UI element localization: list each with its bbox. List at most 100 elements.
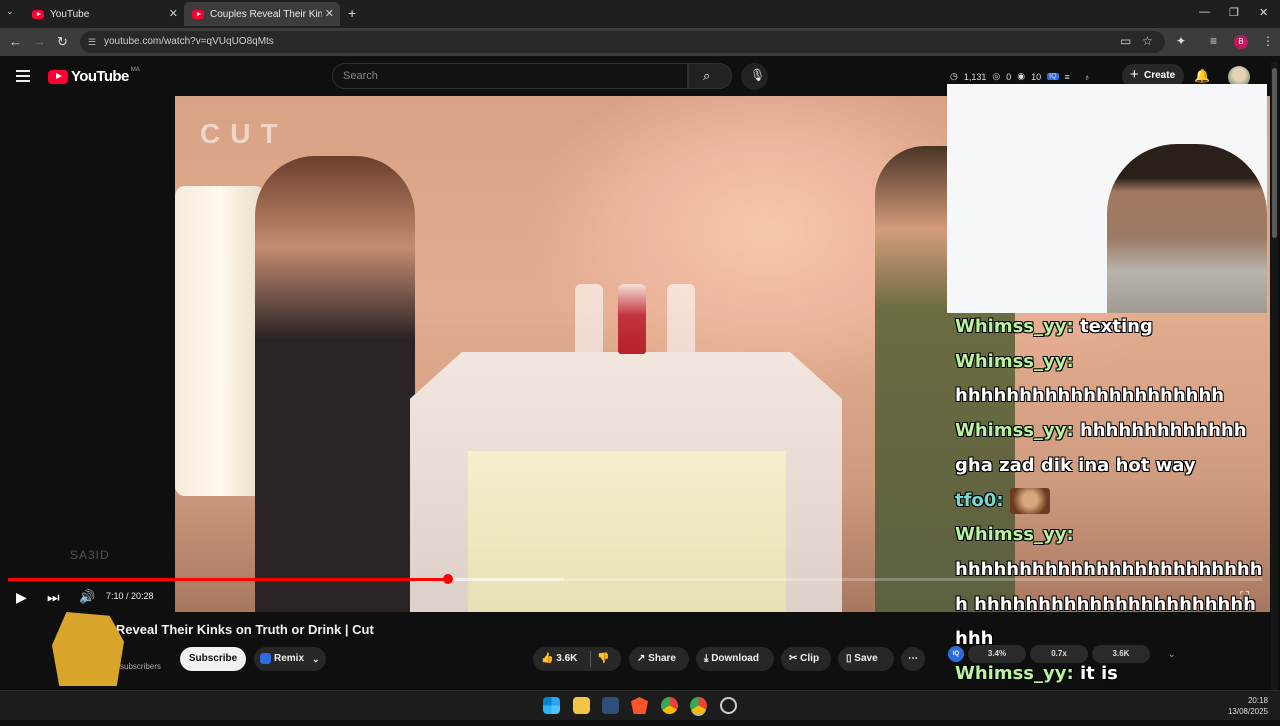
notifications-bell-icon[interactable]: 🔔 <box>1194 68 1210 84</box>
chevron-down-icon[interactable]: ⌄ <box>1168 649 1176 660</box>
volume-icon[interactable]: 🔊 <box>79 589 95 605</box>
channel-avatar[interactable] <box>52 612 124 686</box>
back-icon[interactable]: ← <box>9 34 22 49</box>
play-icon[interactable]: ▶ <box>16 589 27 606</box>
restore-icon[interactable]: ❐ <box>1229 6 1239 19</box>
hamburger-menu-icon[interactable] <box>16 70 30 82</box>
iq-icon[interactable]: IQ <box>948 646 964 662</box>
chat-emote-icon <box>1009 487 1050 514</box>
chevron-down-icon: ⌄ <box>312 654 320 664</box>
stat-views: 1,131 <box>963 71 987 82</box>
chrome-icon[interactable] <box>661 697 678 714</box>
tab-youtube[interactable]: YouTube ✕ <box>24 2 184 26</box>
extensions-icon[interactable]: ✦ <box>1176 34 1186 48</box>
cast-icon[interactable]: ▭ <box>1120 34 1131 48</box>
list-icon[interactable]: ≡ <box>1065 72 1070 82</box>
download-icon: ⤓ <box>704 653 709 664</box>
mic-icon: 🎙 <box>750 68 766 82</box>
stat-b: 10 <box>1031 71 1042 82</box>
webcam-overlay <box>947 84 1267 313</box>
bookmark-icon: ▯ <box>846 653 852 664</box>
save-button[interactable]: ▯ Save <box>838 647 894 671</box>
stat-percent: 3.4% <box>968 645 1026 663</box>
share-icon: ↗ <box>637 653 646 664</box>
chat-username: Whimss_yy: <box>955 316 1074 337</box>
windows-taskbar: 20:18 13/08/2025 <box>0 690 1280 720</box>
search-icon: ⌕ <box>703 68 711 83</box>
clock-time: 20:18 <box>1247 696 1268 705</box>
tab-title: YouTube <box>50 8 90 20</box>
minimize-icon[interactable]: — <box>1199 6 1210 18</box>
trophy-icon[interactable]: ♁ <box>1084 72 1091 82</box>
next-icon[interactable]: ⏭ <box>47 589 60 606</box>
more-icon: ⋯ <box>908 653 918 664</box>
app-icon[interactable] <box>602 697 619 714</box>
new-tab-icon[interactable]: + <box>348 5 356 21</box>
url-text: youtube.com/watch?v=qVUqUO8qMts <box>104 36 274 47</box>
file-explorer-icon[interactable] <box>573 697 590 714</box>
time-display: 7:10 / 20:28 <box>106 591 154 601</box>
chat-username: Whimss_yy: <box>955 420 1074 442</box>
clip-button[interactable]: ✂ Clip <box>781 647 831 671</box>
windows-start-icon[interactable] <box>543 697 560 714</box>
like-dislike-group: 👍 3.6K 👎 <box>533 647 621 671</box>
system-clock[interactable]: 20:18 13/08/2025 <box>1228 695 1268 717</box>
chat-message: tfo0: <box>955 484 1275 519</box>
obs-icon[interactable] <box>720 697 737 714</box>
media-control-icon[interactable]: ≡ <box>1210 34 1217 48</box>
remix-button[interactable]: Remix ⌄ <box>254 647 326 671</box>
youtube-favicon-icon <box>192 9 204 19</box>
brave-browser-icon[interactable] <box>631 697 648 714</box>
share-button[interactable]: ↗ Share <box>629 647 689 671</box>
more-actions-button[interactable]: ⋯ <box>901 647 925 671</box>
tab-search-icon[interactable]: ⌄ <box>6 6 14 17</box>
decanter-red <box>618 284 646 354</box>
chat-username: tfo0: <box>955 489 1004 511</box>
scrollbar-thumb[interactable] <box>1272 68 1277 238</box>
like-button[interactable]: 👍 3.6K <box>541 647 577 671</box>
forward-icon[interactable]: → <box>33 34 46 49</box>
close-tab-icon[interactable]: ✕ <box>169 7 178 20</box>
scissors-icon: ✂ <box>789 653 798 664</box>
subscribe-button[interactable]: Subscribe <box>180 647 246 671</box>
profile-avatar[interactable]: B <box>1234 35 1248 49</box>
site-info-icon[interactable]: ☰ <box>88 31 96 53</box>
decanter <box>575 284 603 354</box>
download-label: Download <box>711 653 759 664</box>
search-input[interactable]: Search <box>332 63 688 89</box>
voice-search-button[interactable]: 🎙 <box>741 63 768 90</box>
browser-menu-icon[interactable]: ⋮ <box>1262 34 1274 48</box>
youtube-favicon-icon <box>32 9 44 19</box>
chat-message: Whimss_yy: hhhhhhhhhhhhh gha zad dik ina… <box>955 414 1255 483</box>
stat-a: 0 <box>1006 71 1012 82</box>
search-button[interactable]: ⌕ <box>688 63 732 89</box>
thumbs-up-icon: 👍 <box>541 653 554 664</box>
woman-figure <box>255 156 415 612</box>
close-tab-icon[interactable]: ✕ <box>325 7 334 20</box>
played-bar <box>8 578 449 581</box>
reload-icon[interactable]: ↻ <box>57 34 68 50</box>
youtube-logo[interactable]: YouTube MA <box>48 67 140 85</box>
tab-video[interactable]: Couples Reveal Their Kinks on ✕ <box>184 2 340 26</box>
clock-date: 13/08/2025 <box>1227 707 1268 716</box>
thumb-icon: ◎ <box>992 71 1001 81</box>
browser-tab-bar: ⌄ YouTube ✕ Couples Reveal Their Kinks o… <box>0 0 1280 28</box>
bookmark-star-icon[interactable]: ☆ <box>1142 34 1153 48</box>
close-window-icon[interactable]: ✕ <box>1259 6 1268 19</box>
streamer-figure <box>1107 144 1267 313</box>
iq-icon[interactable]: IQ <box>1047 73 1059 80</box>
thumbs-down-icon[interactable]: 👎 <box>597 647 609 671</box>
subscriber-count: subscribers <box>120 662 161 671</box>
download-button[interactable]: ⤓ Download <box>696 647 774 671</box>
remix-label: Remix <box>274 653 305 664</box>
like-count: 3.6K <box>556 653 578 664</box>
chat-message: Whimss_yy: hhhhhhhhhhhhhhhhhhhhhhhhh hhhh… <box>955 518 1265 657</box>
chrome-active-icon[interactable] <box>690 697 707 714</box>
share-label: Share <box>648 653 676 664</box>
extension-stats-row: IQ 3.4% 0.7x 3.6K ⌄ <box>948 642 1210 666</box>
youtube-play-logo-icon <box>48 69 68 84</box>
divider <box>590 651 591 667</box>
cut-brand-logo: CUT <box>200 118 288 149</box>
chat-username: Whimss_yy: <box>955 524 1074 546</box>
url-field[interactable]: ☰ youtube.com/watch?v=qVUqUO8qMts <box>80 31 1165 53</box>
